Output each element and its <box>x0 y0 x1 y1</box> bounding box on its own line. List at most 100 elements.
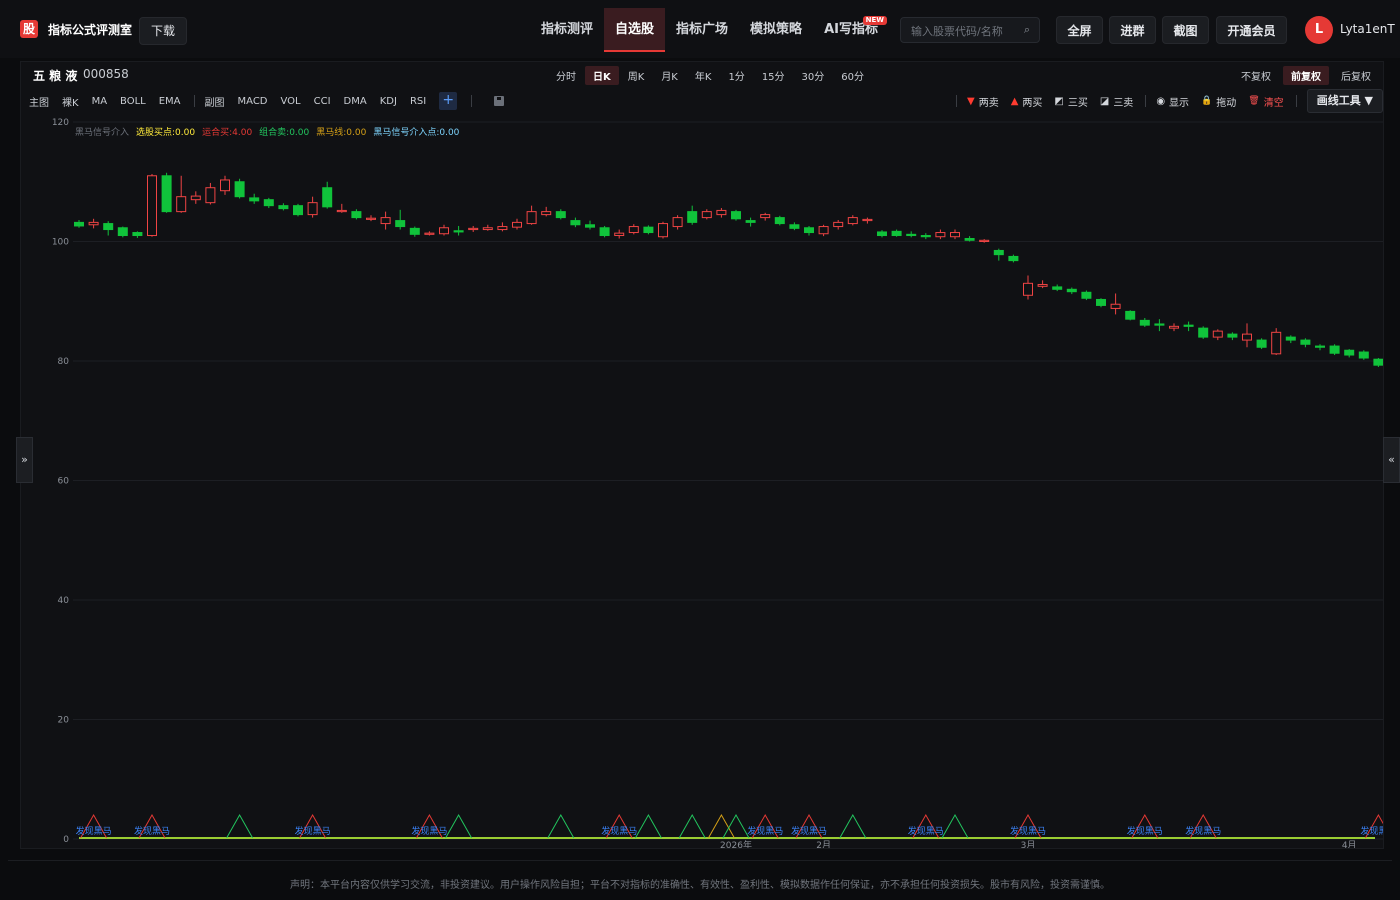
brand-name: 指标公式评测室 <box>48 22 133 37</box>
divider <box>1145 95 1147 107</box>
indicator-bare-k[interactable]: 裸K <box>62 94 79 109</box>
candle-body <box>1052 286 1063 290</box>
indicator-main-chart[interactable]: 主图 <box>29 94 49 109</box>
candle-body <box>293 205 303 216</box>
candle-body <box>950 232 960 238</box>
tab-1min[interactable]: 1分 <box>720 66 752 85</box>
tool-label: 两买 <box>1022 97 1043 109</box>
candle-body <box>453 230 464 233</box>
candle-body <box>862 218 873 222</box>
nav-simulated-strategy[interactable]: 模拟策略 <box>739 8 813 52</box>
add-indicator-button[interactable]: + <box>439 92 458 110</box>
tool-drag[interactable]: 🔒 拖动 <box>1201 94 1236 109</box>
nav-ai-indicator[interactable]: AI写指标 NEW <box>813 8 889 52</box>
candle-body <box>351 211 362 219</box>
tab-30min[interactable]: 30分 <box>794 66 833 85</box>
candle-body <box>672 217 683 228</box>
candle-body <box>117 227 128 237</box>
x-tick-label: 4月 <box>1342 840 1357 848</box>
candle-body <box>1139 319 1150 326</box>
indicator-rsi[interactable]: RSI <box>410 96 426 107</box>
vip-button[interactable]: 开通会员 <box>1216 16 1287 44</box>
candle-body <box>701 211 712 219</box>
candle-body <box>1315 345 1325 348</box>
candle-body <box>380 217 391 225</box>
username[interactable]: Lyta1enT <box>1340 22 1395 36</box>
join-group-button[interactable]: 进群 <box>1109 16 1156 44</box>
signal-label: 发现黑马 <box>1010 825 1046 837</box>
tab-yearly-k[interactable]: 年K <box>687 66 720 85</box>
candle-body <box>263 199 274 207</box>
divider <box>1295 95 1297 107</box>
candle-body <box>1037 284 1048 287</box>
indicator-cci[interactable]: CCI <box>314 96 331 107</box>
candle-body <box>789 224 800 229</box>
expand-left-button[interactable]: » <box>16 437 33 483</box>
candle-body <box>920 235 931 238</box>
triangle-down-icon: ▼ <box>967 95 975 107</box>
tool-two-buy[interactable]: ▲ 两买 <box>1011 94 1043 109</box>
tab-15min[interactable]: 15分 <box>754 66 793 85</box>
stock-search-input[interactable] <box>901 18 1025 44</box>
candle-body <box>468 227 479 231</box>
indicator-dma[interactable]: DMA <box>344 96 367 107</box>
tab-weekly-k[interactable]: 周K <box>620 66 653 85</box>
lock-icon: 🔒 <box>1201 96 1213 106</box>
candle-body <box>1242 333 1252 341</box>
nav-watchlist[interactable]: 自选股 <box>604 8 666 52</box>
download-button[interactable]: 下载 <box>139 17 188 45</box>
tool-show[interactable]: ◉ 显示 <box>1156 94 1189 109</box>
tab-intraday[interactable]: 分时 <box>548 66 584 85</box>
candle-body <box>1183 324 1194 327</box>
tab-monthly-k[interactable]: 月K <box>653 66 686 85</box>
tab-forward-adjust[interactable]: 前复权 <box>1283 66 1329 85</box>
indicator-sub-chart[interactable]: 副图 <box>205 94 225 109</box>
three-buy-icon: ◩ <box>1054 95 1064 107</box>
draw-tools-button[interactable]: 画线工具 ▼ <box>1306 89 1383 113</box>
nav-indicator-review[interactable]: 指标测评 <box>530 8 604 52</box>
search-icon[interactable]: ⌕ <box>1024 23 1030 37</box>
candle-body <box>1271 331 1282 355</box>
kline-chart[interactable]: 020406080100120发现黑马 发现黑马 发现黑马 发现黑马 发现黑马 发现黑马发… <box>21 112 1383 848</box>
tab-no-adjust[interactable]: 不复权 <box>1233 66 1279 85</box>
screenshot-button[interactable]: 截图 <box>1162 16 1209 44</box>
tool-two-sell[interactable]: ▼ 两卖 <box>967 94 999 109</box>
signal-label: 发现黑马 <box>908 825 944 837</box>
candle-body <box>906 233 917 237</box>
candle-body <box>497 226 508 231</box>
indicator-vol[interactable]: VOL <box>281 96 301 107</box>
candle-body <box>847 217 858 225</box>
tool-clear[interactable]: 🗑 清空 <box>1248 94 1283 109</box>
candle-body <box>1023 282 1033 296</box>
avatar[interactable]: L <box>1305 16 1333 44</box>
candle-body <box>555 211 566 219</box>
tab-daily-k[interactable]: 日K <box>585 66 619 85</box>
tab-60min[interactable]: 60分 <box>833 66 872 85</box>
signal-label: 发现黑马 <box>1185 825 1221 837</box>
new-badge: NEW <box>862 16 887 25</box>
fullscreen-button[interactable]: 全屏 <box>1056 16 1103 44</box>
save-icon[interactable] <box>494 96 505 106</box>
candle-body <box>658 223 668 238</box>
top-bar: 股 指标公式评测室 下载 指标测评 自选股 指标广场 模拟策略 AI写指标 NEW… <box>0 0 1400 58</box>
signal-label: 发现黑马 <box>601 825 637 837</box>
candle-body <box>877 231 887 237</box>
candle-body <box>935 232 946 238</box>
candle-body <box>205 187 216 204</box>
candle-body <box>818 226 829 235</box>
indicator-ema[interactable]: EMA <box>159 96 181 107</box>
nav-indicator-square[interactable]: 指标广场 <box>665 8 739 52</box>
signal-label: 发现黑马 <box>411 825 447 837</box>
tab-backward-adjust[interactable]: 后复权 <box>1333 66 1379 85</box>
indicator-ma[interactable]: MA <box>92 96 107 107</box>
indicator-macd[interactable]: MACD <box>238 96 268 107</box>
expand-right-button[interactable]: « <box>1383 437 1400 483</box>
tool-three-sell[interactable]: ◪ 三卖 <box>1100 94 1133 109</box>
candle-body <box>307 202 318 216</box>
indicator-boll[interactable]: BOLL <box>120 96 146 107</box>
indicator-kdj[interactable]: KDJ <box>380 96 397 107</box>
tool-three-buy[interactable]: ◩ 三买 <box>1054 94 1087 109</box>
candle-body <box>366 217 376 220</box>
brand[interactable]: 股 指标公式评测室 <box>20 20 132 38</box>
candle-body <box>1081 291 1092 299</box>
